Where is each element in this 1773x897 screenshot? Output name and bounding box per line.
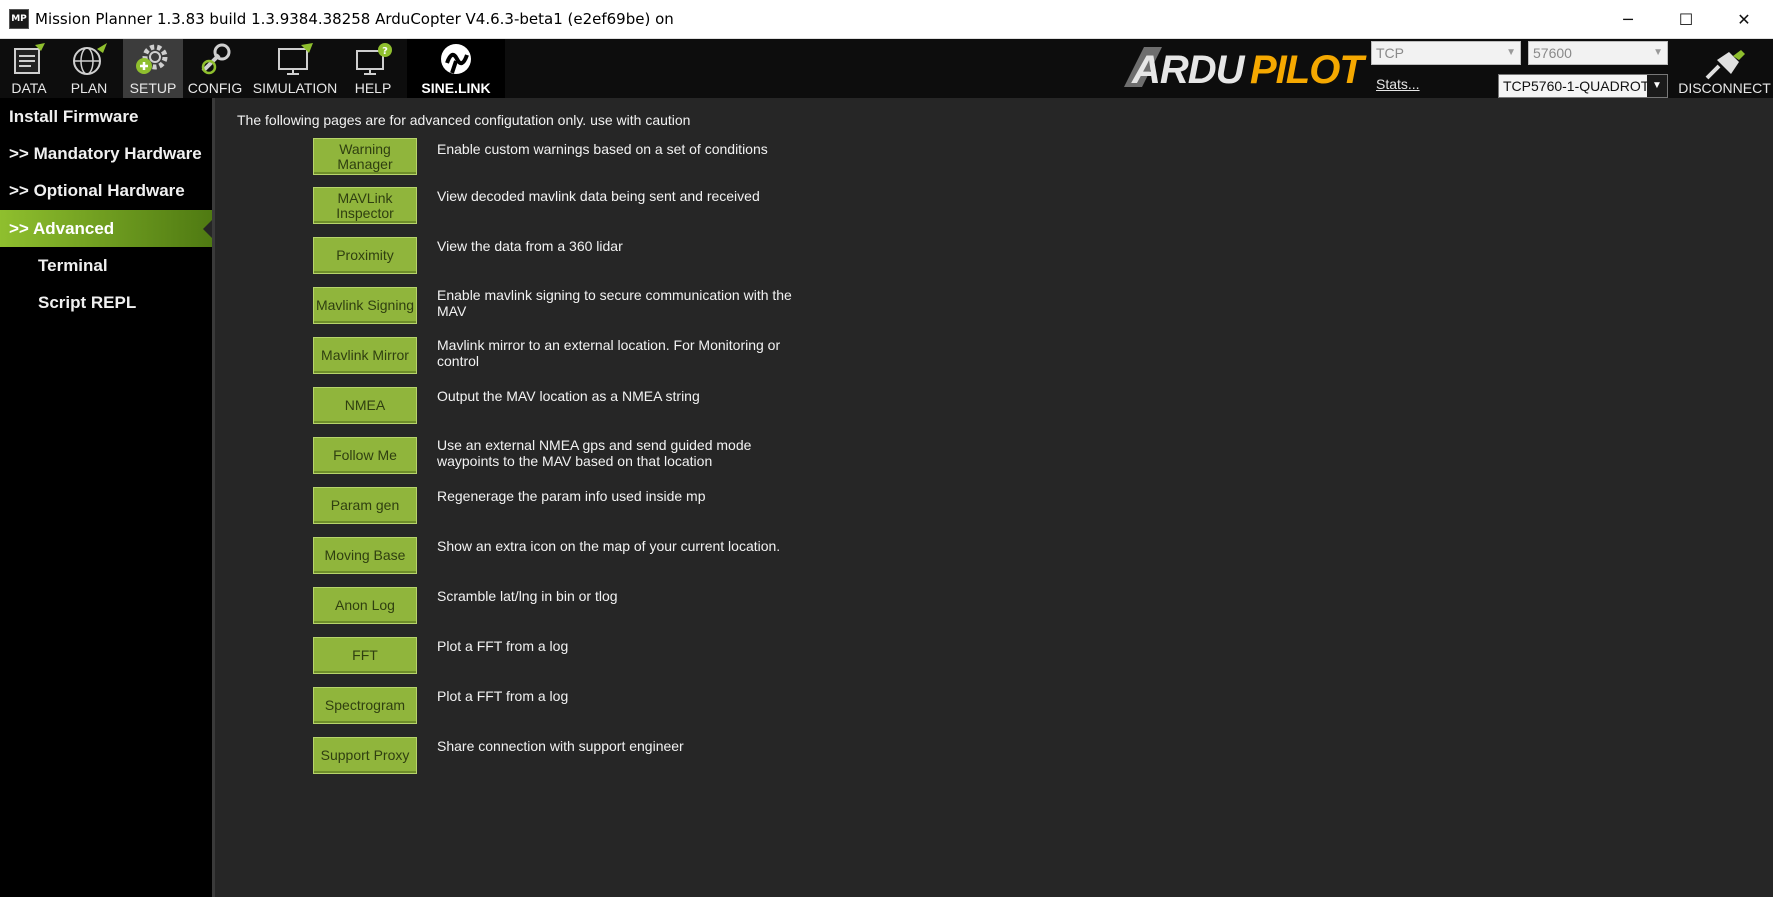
sidebar-item-advanced[interactable]: >> Advanced [0, 210, 212, 247]
sinelink-logo-icon [441, 44, 471, 74]
config-wrench-icon [201, 43, 231, 75]
svg-text:ARDU: ARDU [1131, 48, 1246, 91]
baud-rate-select[interactable]: 57600 ▼ [1528, 41, 1668, 65]
svg-text:PILOT: PILOT [1250, 48, 1367, 91]
close-button[interactable]: ✕ [1715, 0, 1773, 39]
mavlink-signing-desc: Enable mavlink signing to secure communi… [437, 287, 792, 319]
disconnect-label: DISCONNECT [1678, 80, 1771, 96]
toolbar-setup-button[interactable]: SETUP [123, 39, 183, 98]
toolbar-help-label: HELP [354, 80, 392, 96]
nmea-desc: Output the MAV location as a NMEA string [437, 388, 700, 404]
toolbar-simulation-label: SIMULATION [252, 80, 338, 96]
baud-rate-value: 57600 [1533, 45, 1572, 61]
title-bar: MP Mission Planner 1.3.83 build 1.3.9384… [0, 0, 1773, 39]
window-controls: ─ ☐ ✕ [1599, 0, 1773, 39]
chevron-down-icon: ▼ [1506, 47, 1516, 58]
proximity-button[interactable]: Proximity [313, 237, 417, 274]
maximize-button[interactable]: ☐ [1657, 0, 1715, 39]
connection-type-value: TCP [1376, 45, 1404, 61]
toolbar-config-label: CONFIG [187, 80, 243, 96]
svg-text:?: ? [382, 46, 388, 57]
toolbar-sinelink-label: SINE.LINK [421, 80, 491, 96]
support-proxy-button[interactable]: Support Proxy [313, 737, 417, 774]
moving-base-desc: Show an extra icon on the map of your cu… [437, 538, 781, 554]
warning-manager-button[interactable]: Warning Manager [313, 138, 417, 175]
fft-button[interactable]: FFT [313, 637, 417, 674]
anon-log-button[interactable]: Anon Log [313, 587, 417, 624]
toolbar-data-button[interactable]: DATA [4, 39, 54, 98]
toolbar-simulation-button[interactable]: SIMULATION [252, 39, 338, 98]
anon-log-desc: Scramble lat/lng in bin or tlog [437, 588, 618, 604]
disconnect-button[interactable]: DISCONNECT [1676, 39, 1773, 98]
window-title: Mission Planner 1.3.83 build 1.3.9384.38… [35, 10, 674, 28]
proximity-desc: View the data from a 360 lidar [437, 238, 623, 254]
help-monitor-icon: ? [356, 43, 392, 75]
mavlink-inspector-button[interactable]: MAVLink Inspector [313, 187, 417, 224]
mavlink-mirror-button[interactable]: Mavlink Mirror [313, 337, 417, 374]
minimize-button[interactable]: ─ [1599, 0, 1657, 39]
follow-me-desc: Use an external NMEA gps and send guided… [437, 437, 752, 469]
toolbar-help-button[interactable]: ? HELP [346, 39, 400, 98]
toolbar-data-label: DATA [11, 80, 47, 96]
sidebar-item-terminal[interactable]: Terminal [0, 247, 212, 284]
setup-sidebar: Install Firmware >> Mandatory Hardware >… [0, 98, 215, 897]
ardupilot-logo: ARDU PILOT [1124, 47, 1368, 91]
sidebar-item-script-repl[interactable]: Script REPL [0, 284, 212, 321]
connection-name-select[interactable]: TCP5760-1-QUADROTO ▼ [1498, 74, 1668, 98]
mavlink-inspector-desc: View decoded mavlink data being sent and… [437, 188, 760, 204]
toolbar-setup-label: SETUP [129, 80, 177, 96]
advanced-panel: The following pages are for advanced con… [215, 98, 1773, 897]
toolbar-plan-button[interactable]: PLAN [62, 39, 116, 98]
mavlink-mirror-desc: Mavlink mirror to an external location. … [437, 337, 781, 369]
mission-planner-app-icon: MP [9, 9, 29, 29]
chevron-down-icon: ▼ [1653, 47, 1663, 58]
sidebar-item-optional-hardware[interactable]: >> Optional Hardware [0, 172, 212, 209]
connection-type-select[interactable]: TCP ▼ [1371, 41, 1521, 65]
advanced-intro-text: The following pages are for advanced con… [237, 112, 691, 128]
param-gen-button[interactable]: Param gen [313, 487, 417, 524]
mavlink-signing-button[interactable]: Mavlink Signing [313, 287, 417, 324]
toolbar-sinelink-button[interactable]: SINE.LINK [407, 39, 505, 98]
param-gen-desc: Regenerage the param info used inside mp [437, 488, 706, 504]
fft-desc: Plot a FFT from a log [437, 638, 569, 654]
simulation-monitor-icon [278, 43, 313, 75]
nmea-button[interactable]: NMEA [313, 387, 417, 424]
spectrogram-desc: Plot a FFT from a log [437, 688, 569, 704]
connection-name-value: TCP5760-1-QUADROTO [1503, 78, 1660, 94]
setup-gear-icon [136, 44, 168, 74]
plan-globe-icon [73, 43, 107, 75]
chevron-down-icon: ▼ [1647, 75, 1667, 97]
warning-manager-desc: Enable custom warnings based on a set of… [437, 141, 768, 157]
main-toolbar: DATA PLAN SETUP CONFIG SIMULATION ? HELP… [0, 39, 1773, 98]
sidebar-item-install-firmware[interactable]: Install Firmware [0, 98, 212, 135]
data-icon [14, 43, 45, 74]
toolbar-config-button[interactable]: CONFIG [187, 39, 243, 98]
support-proxy-desc: Share connection with support engineer [437, 738, 684, 754]
plug-icon [1705, 50, 1745, 80]
sidebar-item-mandatory-hardware[interactable]: >> Mandatory Hardware [0, 135, 212, 172]
stats-link[interactable]: Stats... [1376, 76, 1420, 92]
spectrogram-button[interactable]: Spectrogram [313, 687, 417, 724]
toolbar-plan-label: PLAN [70, 80, 108, 96]
moving-base-button[interactable]: Moving Base [313, 537, 417, 574]
follow-me-button[interactable]: Follow Me [313, 437, 417, 474]
